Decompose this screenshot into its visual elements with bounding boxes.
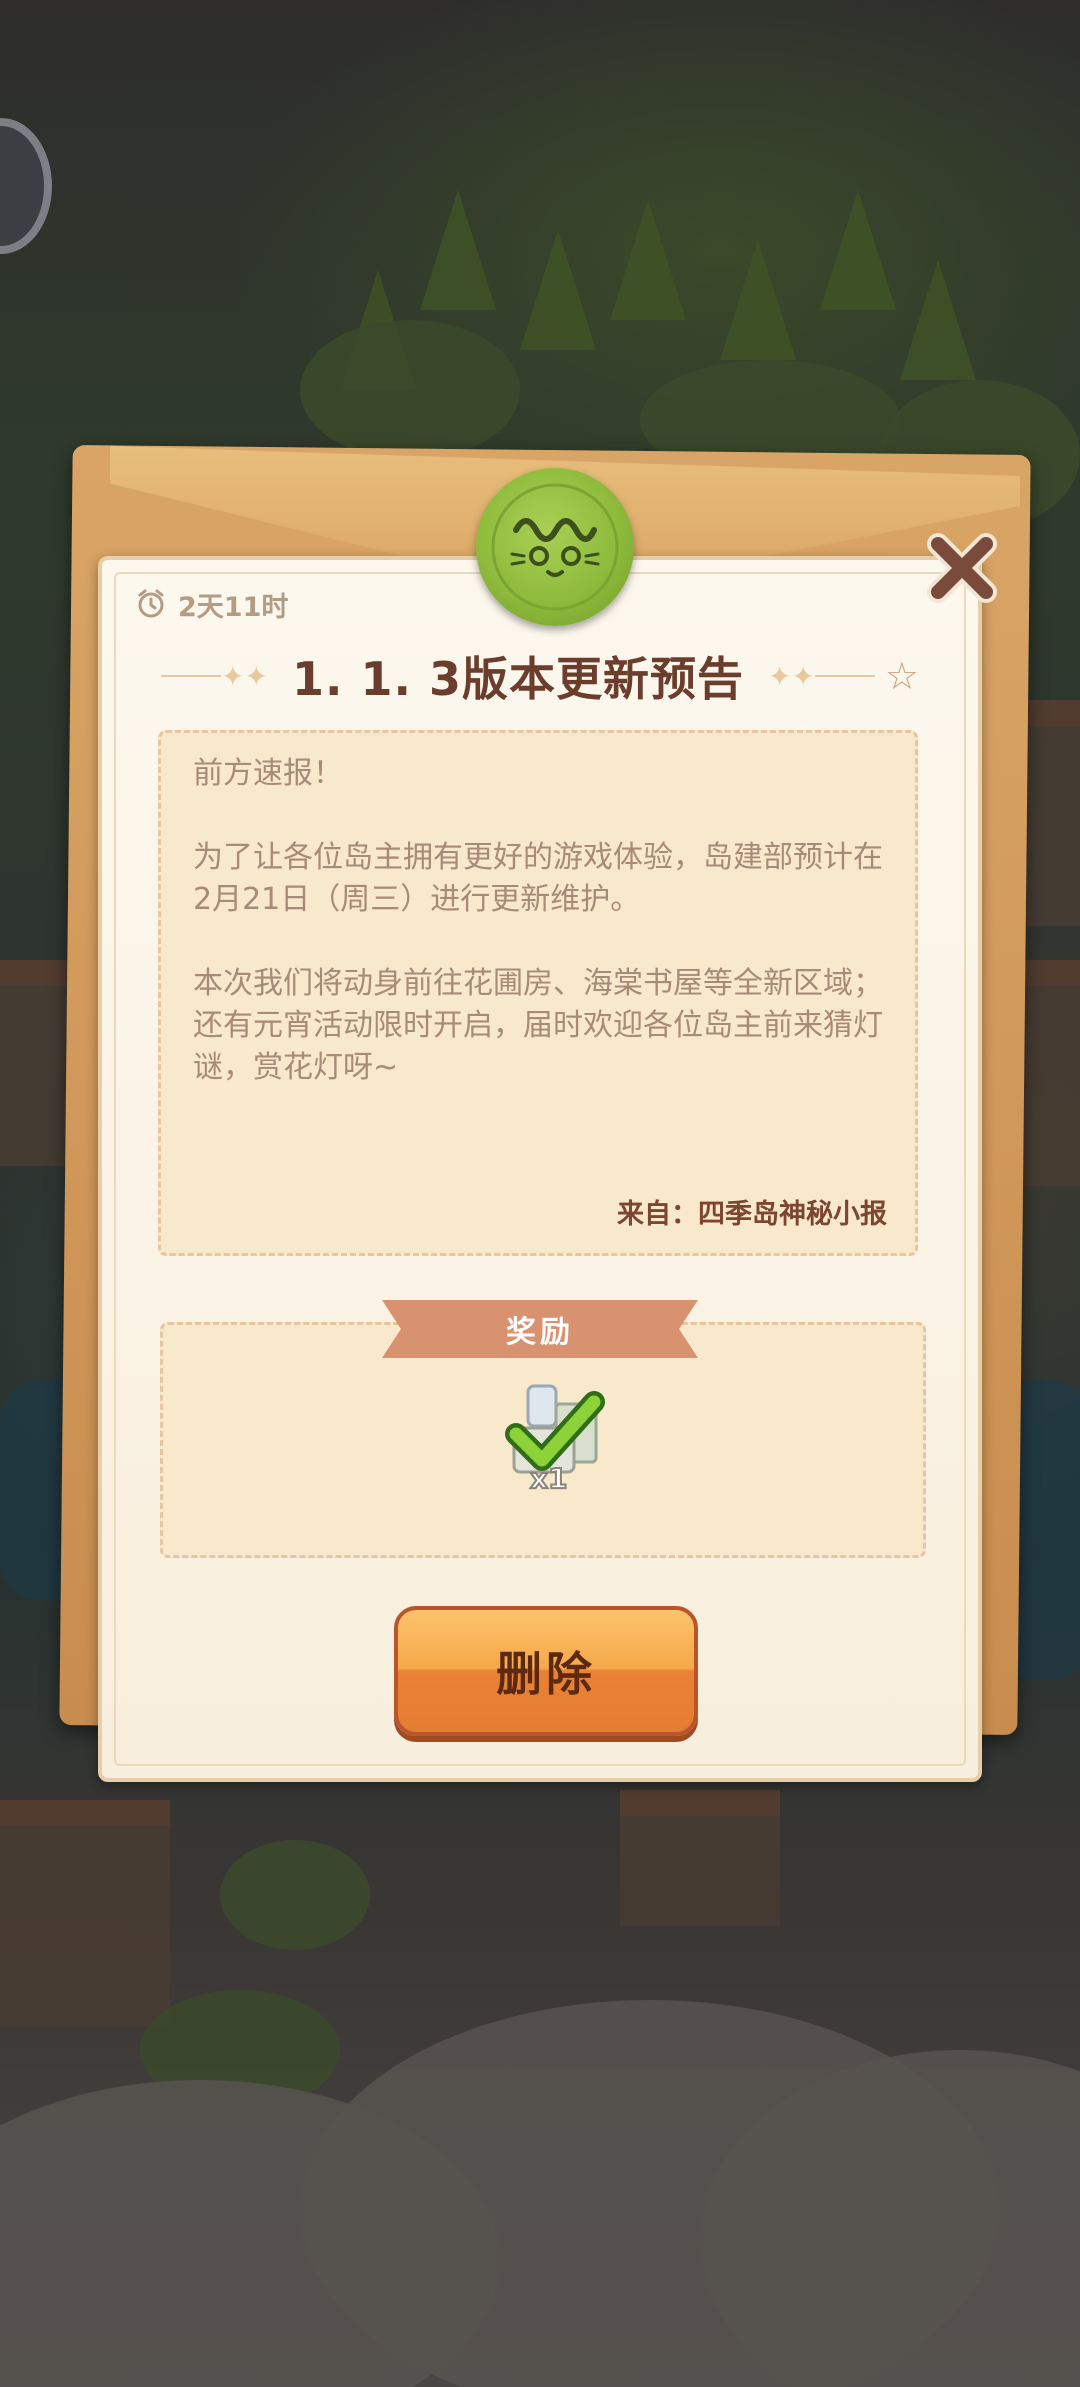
letter-content: 前方速报！ 为了让各位岛主拥有更好的游戏体验，岛建部预计在2月21日（周三）进行… <box>158 730 918 1256</box>
delete-button[interactable]: 删除 <box>394 1606 698 1736</box>
reward-quantity: x1 <box>529 1461 569 1496</box>
title-decoration-right <box>814 675 875 677</box>
title-decoration-left <box>161 675 222 677</box>
title-row: ✦✦ 1. 1. 3版本更新预告 ✦✦ ☆ <box>100 640 980 712</box>
close-button[interactable] <box>920 526 1004 610</box>
letter-sender: 来自：四季岛神秘小报 <box>617 1199 887 1230</box>
reward-label: 奖励 <box>382 1300 698 1358</box>
letter-paragraph: 本次我们将动身前往花圃房、海棠书屋等全新区域；还有元宵活动限时开启，届时欢迎各位… <box>193 966 883 1085</box>
page-title: 1. 1. 3版本更新预告 <box>291 652 744 706</box>
star-icon: ☆ <box>884 654 919 698</box>
sparkle-icon: ✦✦ <box>221 659 268 693</box>
alarm-clock-icon <box>138 589 164 618</box>
wax-seal-icon <box>476 468 634 626</box>
letter-greeting: 前方速报！ <box>193 756 343 791</box>
expiry-timer: 2天11时 <box>136 584 288 624</box>
letter-body: 前方速报！ 为了让各位岛主拥有更好的游戏体验，岛建部预计在2月21日（周三）进行… <box>193 753 893 1131</box>
close-icon <box>927 533 997 603</box>
sparkle-icon: ✦✦ <box>767 659 815 693</box>
timer-text: 2天11时 <box>178 591 289 623</box>
letter-paragraph: 为了让各位岛主拥有更好的游戏体验，岛建部预计在2月21日（周三）进行更新维护。 <box>193 840 883 917</box>
